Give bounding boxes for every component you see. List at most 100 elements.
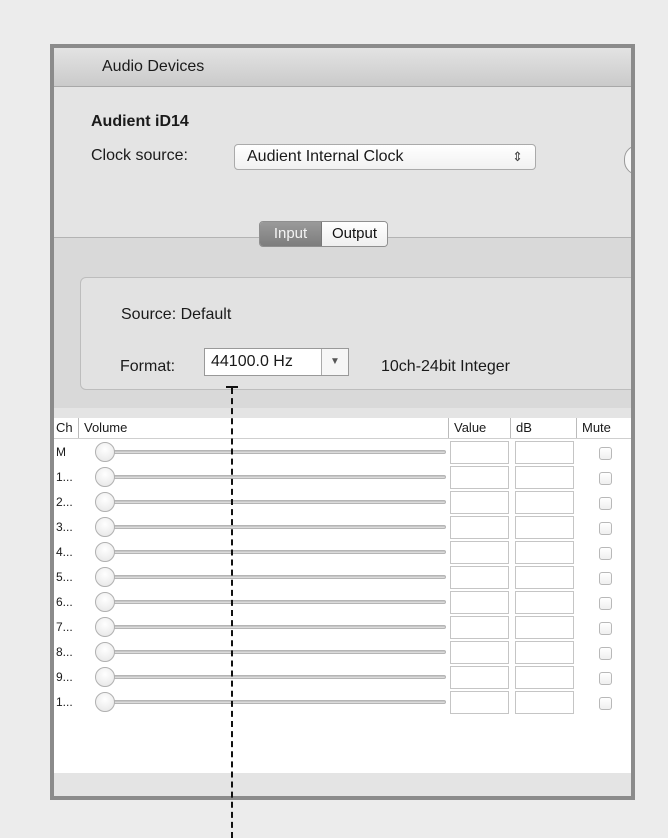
- mute-checkbox[interactable]: [599, 497, 612, 510]
- volume-slider-track[interactable]: [104, 550, 446, 554]
- db-field[interactable]: [515, 566, 574, 589]
- volume-slider-knob[interactable]: [95, 517, 115, 537]
- window-title: Audio Devices: [54, 48, 631, 87]
- table-row: 6...: [54, 589, 631, 614]
- mute-checkbox[interactable]: [599, 572, 612, 585]
- channel-label: 3...: [56, 520, 73, 534]
- dropdown-arrow-icon[interactable]: ▼: [321, 349, 348, 375]
- stream-format-box: Source: Default Format: 44100.0 Hz ▼ 10c…: [80, 277, 631, 390]
- channel-label: 9...: [56, 670, 73, 684]
- db-field[interactable]: [515, 441, 574, 464]
- partial-button[interactable]: [624, 145, 631, 175]
- format-value: 44100.0 Hz: [211, 353, 293, 370]
- format-combo[interactable]: 44100.0 Hz ▼: [204, 348, 349, 376]
- volume-slider-knob[interactable]: [95, 617, 115, 637]
- volume-slider-track[interactable]: [104, 700, 446, 704]
- value-field[interactable]: [450, 441, 509, 464]
- table-row: 9...: [54, 664, 631, 689]
- db-field[interactable]: [515, 641, 574, 664]
- input-output-segmented-control: Input Output: [259, 221, 389, 247]
- volume-slider-knob[interactable]: [95, 567, 115, 587]
- table-body: M 1... 2... 3... 4... 5... 6... 7... 8... 9... 1..…: [54, 439, 631, 714]
- channel-label: M: [56, 445, 66, 459]
- device-block: Audient iD14 Clock source: Audient Inter…: [54, 87, 631, 227]
- format-label: Format:: [120, 358, 176, 375]
- table-header: Ch Volume Value dB Mute: [54, 418, 631, 439]
- volume-slider-track[interactable]: [104, 575, 446, 579]
- col-mute[interactable]: Mute: [576, 418, 611, 438]
- volume-slider-knob[interactable]: [95, 467, 115, 487]
- mute-checkbox[interactable]: [599, 522, 612, 535]
- source-value: Default: [180, 306, 232, 323]
- db-field[interactable]: [515, 666, 574, 689]
- volume-slider-knob[interactable]: [95, 542, 115, 562]
- up-down-arrows-icon: ⇕: [512, 149, 523, 164]
- volume-slider-track[interactable]: [104, 650, 446, 654]
- clock-source-label: Clock source:: [91, 147, 188, 164]
- table-row: 1...: [54, 464, 631, 489]
- mute-checkbox[interactable]: [599, 622, 612, 635]
- db-field[interactable]: [515, 516, 574, 539]
- value-field[interactable]: [450, 516, 509, 539]
- volume-slider-track[interactable]: [104, 475, 446, 479]
- value-field[interactable]: [450, 541, 509, 564]
- volume-slider-knob[interactable]: [95, 592, 115, 612]
- value-field[interactable]: [450, 691, 509, 714]
- db-field[interactable]: [515, 491, 574, 514]
- channel-label: 7...: [56, 620, 73, 634]
- db-field[interactable]: [515, 691, 574, 714]
- volume-slider-knob[interactable]: [95, 692, 115, 712]
- mute-checkbox[interactable]: [599, 472, 612, 485]
- table-row: M: [54, 439, 631, 464]
- volume-slider-knob[interactable]: [95, 442, 115, 462]
- mute-checkbox[interactable]: [599, 647, 612, 660]
- col-db[interactable]: dB: [510, 418, 532, 438]
- volume-slider-track[interactable]: [104, 675, 446, 679]
- value-field[interactable]: [450, 466, 509, 489]
- clock-source-value: Audient Internal Clock: [247, 148, 404, 165]
- stream-section: Source: Default Format: 44100.0 Hz ▼ 10c…: [54, 238, 631, 408]
- col-ch[interactable]: Ch: [56, 418, 73, 438]
- db-field[interactable]: [515, 616, 574, 639]
- channel-label: 5...: [56, 570, 73, 584]
- format-description: 10ch-24bit Integer: [381, 358, 510, 375]
- db-field[interactable]: [515, 591, 574, 614]
- value-field[interactable]: [450, 591, 509, 614]
- value-field[interactable]: [450, 616, 509, 639]
- col-volume[interactable]: Volume: [78, 418, 127, 438]
- mute-checkbox[interactable]: [599, 697, 612, 710]
- mute-checkbox[interactable]: [599, 597, 612, 610]
- mute-checkbox[interactable]: [599, 447, 612, 460]
- channel-label: 1...: [56, 695, 73, 709]
- table-row: 4...: [54, 539, 631, 564]
- bottom-area: [54, 773, 631, 796]
- value-field[interactable]: [450, 491, 509, 514]
- mute-checkbox[interactable]: [599, 672, 612, 685]
- annotation-dashed-line: [231, 388, 233, 838]
- channel-table: Ch Volume Value dB Mute M 1... 2... 3... 4..…: [54, 418, 631, 773]
- volume-slider-knob[interactable]: [95, 667, 115, 687]
- volume-slider-track[interactable]: [104, 525, 446, 529]
- volume-slider-track[interactable]: [104, 450, 446, 454]
- table-row: 7...: [54, 614, 631, 639]
- volume-slider-knob[interactable]: [95, 492, 115, 512]
- table-row: 3...: [54, 514, 631, 539]
- db-field[interactable]: [515, 541, 574, 564]
- clock-source-select[interactable]: Audient Internal Clock ⇕: [234, 144, 536, 170]
- db-field[interactable]: [515, 466, 574, 489]
- volume-slider-knob[interactable]: [95, 642, 115, 662]
- volume-slider-track[interactable]: [104, 600, 446, 604]
- value-field[interactable]: [450, 666, 509, 689]
- col-value[interactable]: Value: [448, 418, 486, 438]
- channel-label: 4...: [56, 545, 73, 559]
- volume-slider-track[interactable]: [104, 625, 446, 629]
- mute-checkbox[interactable]: [599, 547, 612, 560]
- source-label: Source:: [121, 306, 177, 323]
- value-field[interactable]: [450, 566, 509, 589]
- tab-input[interactable]: Input: [260, 222, 322, 246]
- tab-output[interactable]: Output: [322, 222, 388, 246]
- value-field[interactable]: [450, 641, 509, 664]
- channel-label: 8...: [56, 645, 73, 659]
- table-row: 1...: [54, 689, 631, 714]
- volume-slider-track[interactable]: [104, 500, 446, 504]
